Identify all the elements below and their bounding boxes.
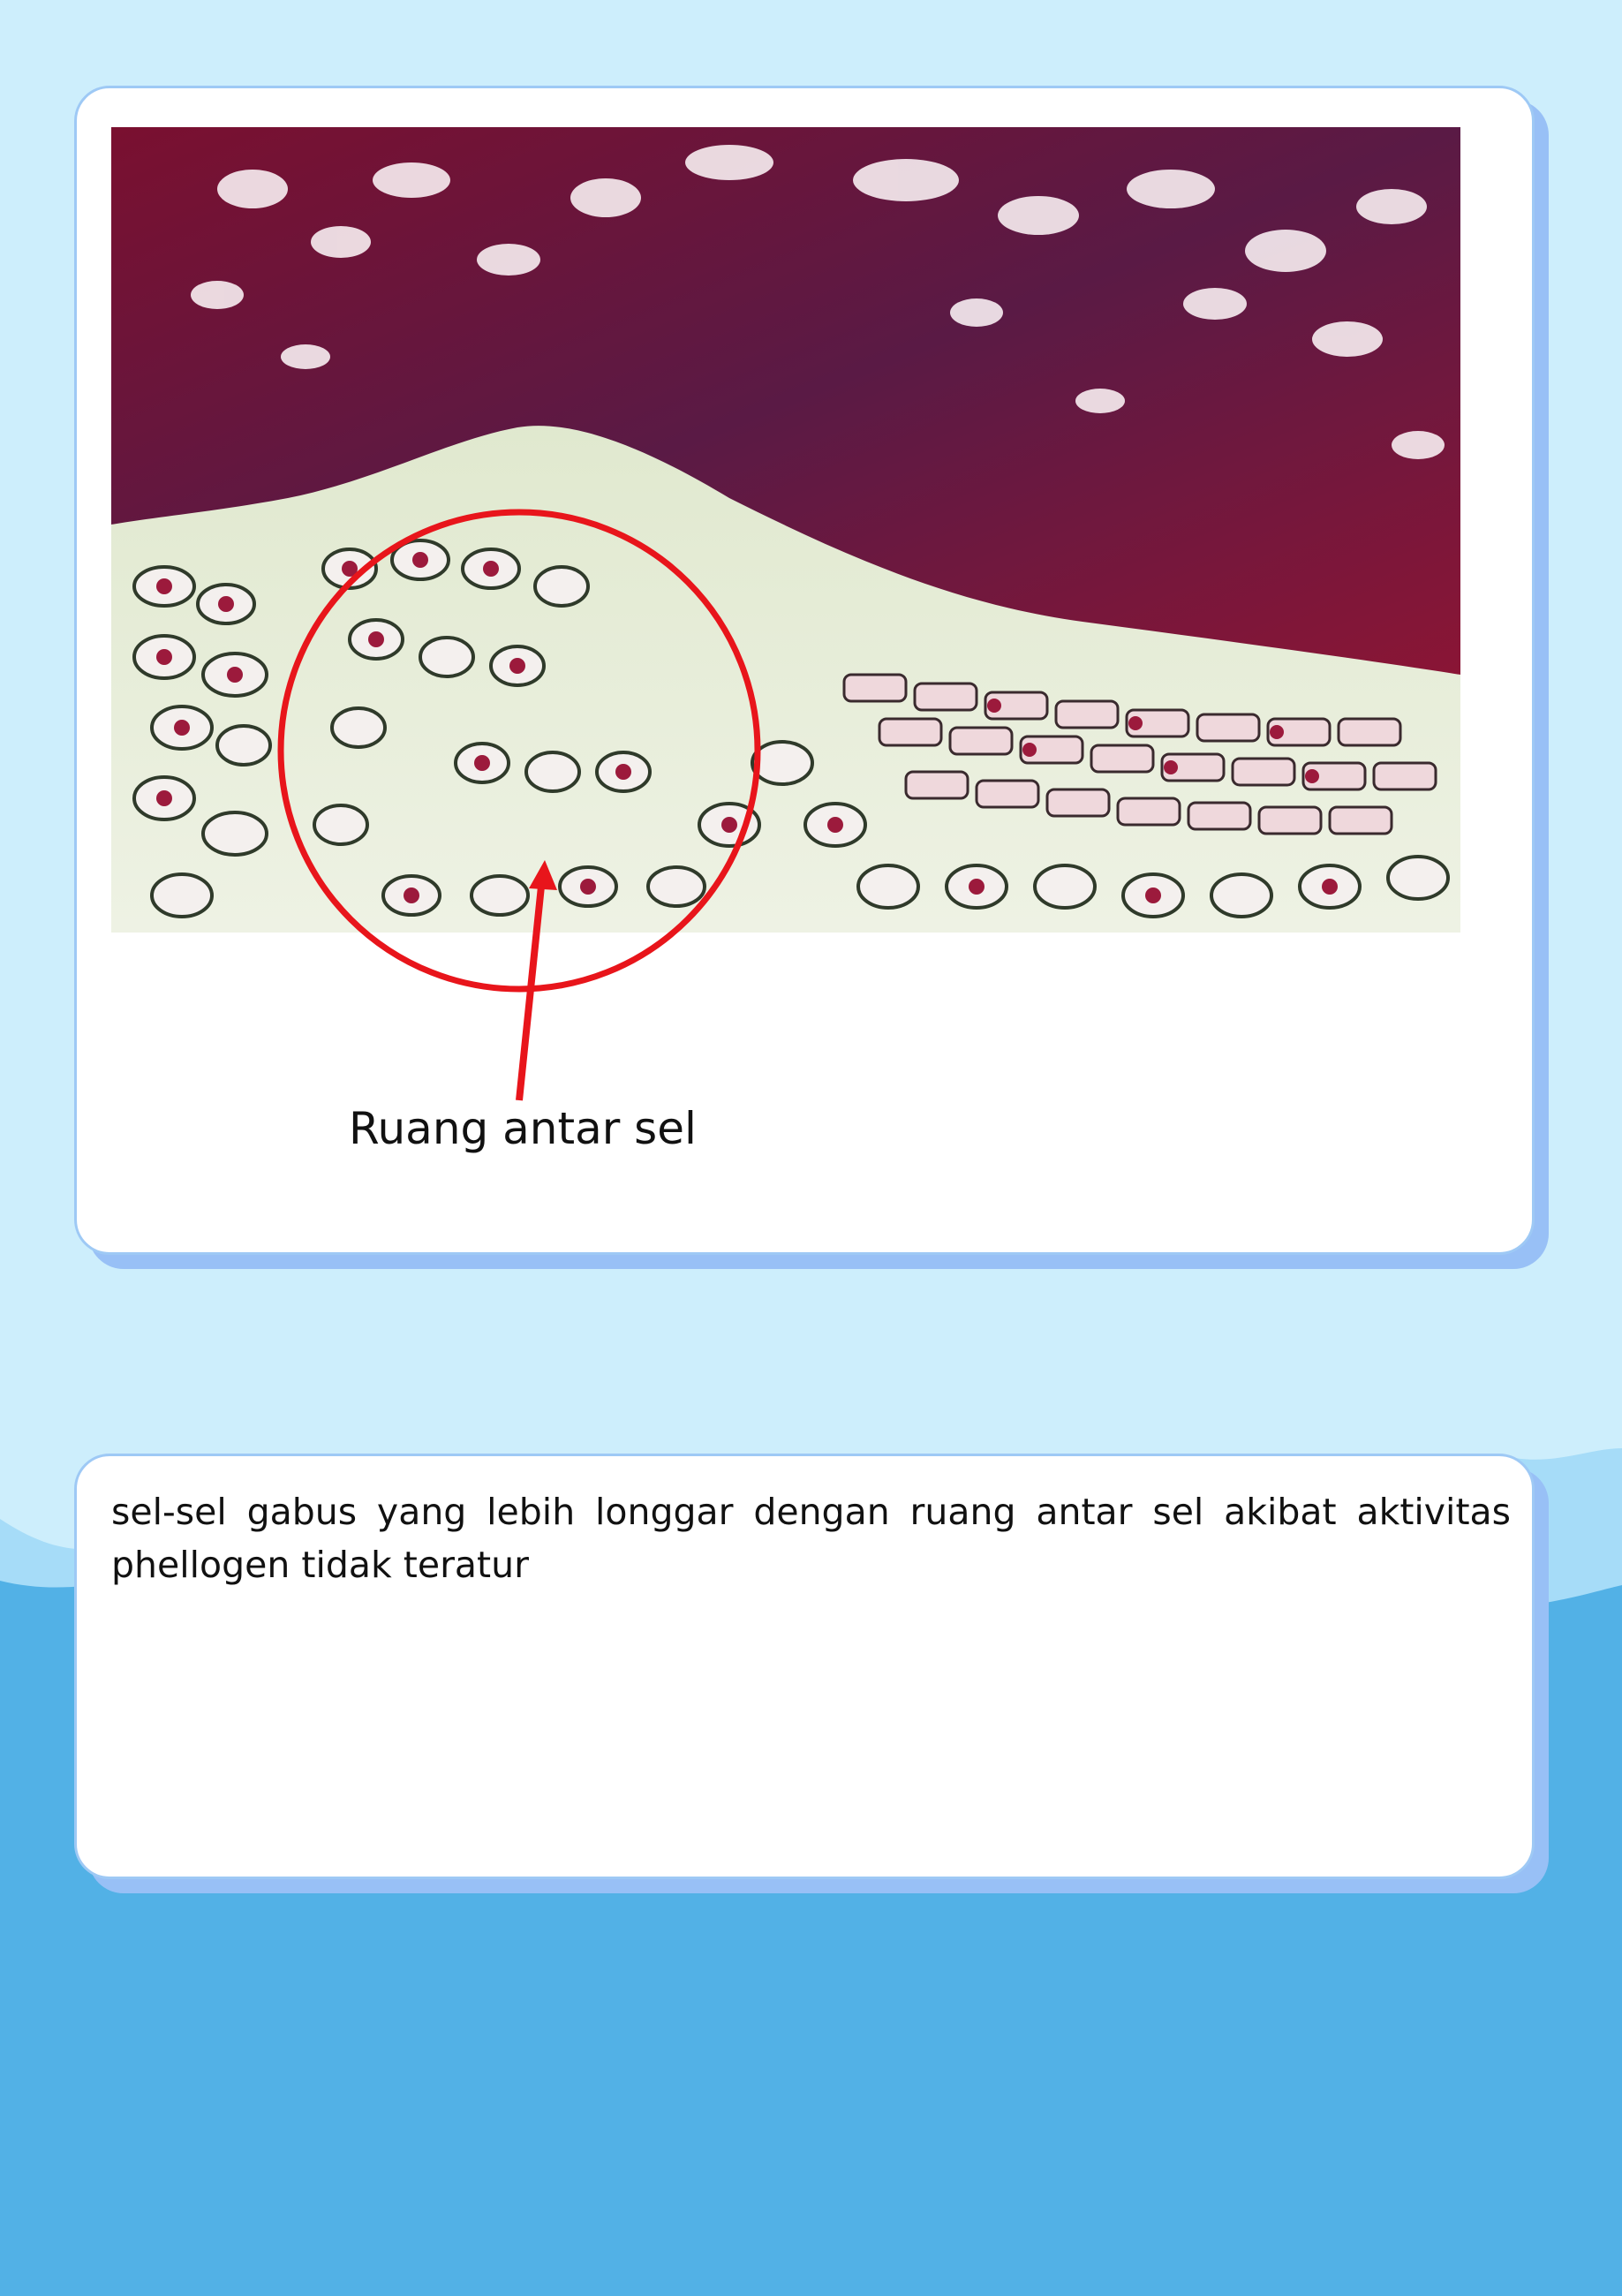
description-text: sel-sel gabus yang lebih longgar dengan …: [111, 1491, 1511, 1586]
annotation-label: Ruang antar sel: [349, 1103, 697, 1154]
plant-tissue-micrograph: [111, 127, 1460, 933]
